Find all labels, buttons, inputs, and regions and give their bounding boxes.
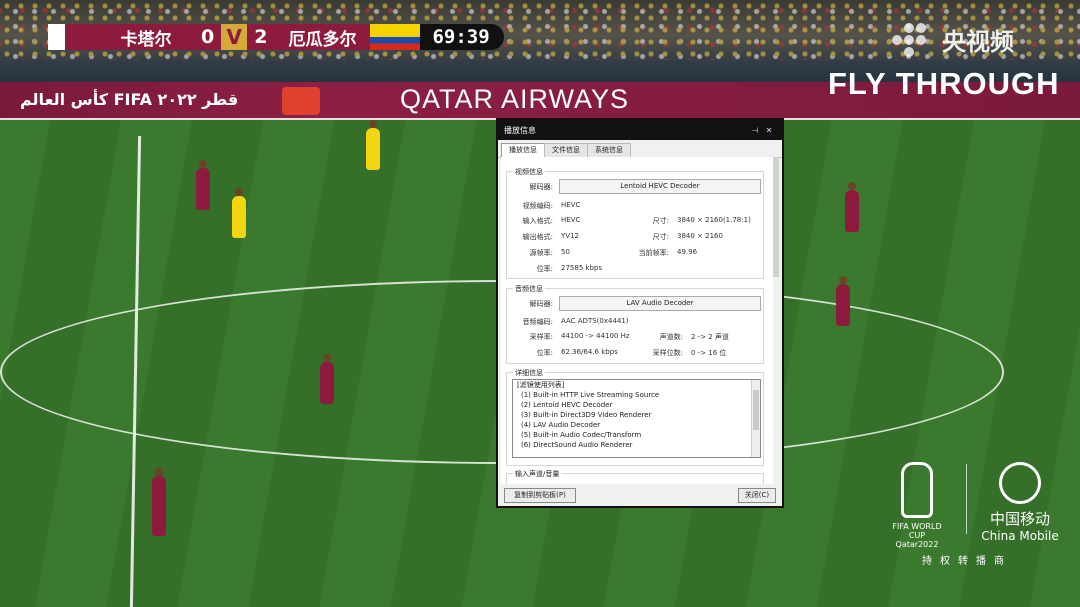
sponsor-logo	[282, 87, 320, 115]
world-cup-logo: FIFA WORLD CUP Qatar2022	[884, 462, 950, 549]
team-away-name: 厄瓜多尔	[274, 24, 371, 50]
filter-item: (2) Lentoid HEVC Decoder	[521, 401, 613, 409]
filter-item: (6) DirectSound Audio Renderer	[521, 441, 633, 449]
playback-info-dialog: 播放信息 ⊣ ✕ 播放信息 文件信息 系统信息 视频信息 解码器: Lentoi…	[496, 118, 784, 508]
player-qatar	[845, 182, 859, 232]
broadcaster-name: 央视频	[942, 28, 1014, 56]
score-away: 2	[247, 24, 275, 50]
input-channels-title: 输入声道/音量	[513, 469, 562, 479]
china-mobile-logo: 中国移动 China Mobile	[980, 462, 1060, 543]
player-ecuador	[232, 188, 246, 238]
score-home: 0	[194, 24, 222, 50]
cctv-logo-icon	[892, 22, 936, 57]
current-fps-value: 49.96	[677, 248, 698, 256]
v-logo-icon: V	[221, 24, 248, 50]
ad-fly-through: FLY THROUGH	[828, 66, 1060, 101]
video-section-title: 视频信息	[513, 167, 545, 177]
channels-value: 2 -> 2 声道	[691, 333, 729, 341]
close-button[interactable]: 关闭(C)	[738, 488, 776, 503]
ad-qatar-airways: QATAR AIRWAYS	[400, 84, 630, 114]
broadcaster-logo: 央视频	[892, 22, 1014, 57]
detail-section-title: 详细信息	[513, 368, 545, 378]
player-ecuador	[366, 120, 380, 170]
copy-to-clipboard-button[interactable]: 复制到剪贴板(P)	[504, 488, 576, 503]
player-qatar	[836, 276, 850, 326]
pin-icon[interactable]: ⊣	[748, 126, 762, 135]
audio-bitrate-value: 62.36/64.6 kbps	[561, 348, 618, 356]
filter-item: (3) Built-in Direct3D9 Video Renderer	[521, 411, 652, 419]
dialog-tabs: 播放信息 文件信息 系统信息	[498, 140, 782, 158]
china-mobile-en: China Mobile	[981, 529, 1059, 543]
dialog-titlebar[interactable]: 播放信息 ⊣ ✕	[498, 120, 782, 140]
filter-list-scrollbar[interactable]	[751, 380, 760, 457]
output-size-value: 3840 × 2160	[677, 232, 723, 240]
filter-list-box[interactable]: [滤镜使用列表] (1) Built-in HTTP Live Streamin…	[512, 379, 761, 458]
tab-playback-info[interactable]: 播放信息	[501, 143, 545, 157]
panel-scrollbar[interactable]	[773, 157, 779, 484]
current-fps-label: 当前帧率:	[638, 249, 669, 257]
ad-arabic-text: كأس العالم FIFA قطر ٢٠٢٢	[20, 90, 239, 109]
source-fps-value: 50	[561, 248, 570, 256]
world-cup-emblem-icon	[901, 462, 933, 518]
rights-holder-text: 持权转播商	[922, 556, 1012, 567]
team-home-name: 卡塔尔	[98, 24, 194, 50]
audio-codec-label: 音频编码:	[522, 318, 553, 326]
filters-title: [滤镜使用列表]	[517, 381, 565, 389]
player-qatar	[152, 468, 166, 536]
video-decoder-label: 解码器:	[529, 183, 553, 191]
video-bitrate-label: 位率:	[536, 265, 553, 273]
output-format-label: 输出格式:	[522, 233, 553, 241]
input-channels-group: 输入声道/音量	[506, 469, 764, 484]
output-format-value: YV12	[561, 232, 579, 240]
sample-rate-label: 采样率:	[529, 333, 553, 341]
player-qatar	[196, 160, 210, 210]
info-panel: 视频信息 解码器: Lentoid HEVC Decoder 视频编码: HEV…	[501, 157, 779, 484]
input-format-label: 输入格式:	[522, 217, 553, 225]
audio-section-title: 音频信息	[513, 284, 545, 294]
video-bitrate-value: 27585 kbps	[561, 264, 603, 272]
dialog-title: 播放信息	[504, 125, 536, 135]
video-codec-value: HEVC	[561, 201, 581, 209]
scoreboard: 卡塔尔 0 V 2 厄瓜多尔 69:39	[48, 24, 504, 50]
filter-item: (1) Built-in HTTP Live Streaming Source	[521, 391, 660, 399]
channels-label: 声道数:	[659, 333, 683, 341]
tab-system-info[interactable]: 系统信息	[587, 143, 631, 157]
output-size-label: 尺寸:	[652, 233, 669, 241]
sample-bits-label: 采样位数:	[652, 349, 683, 357]
video-info-group: 视频信息 解码器: Lentoid HEVC Decoder 视频编码: HEV…	[506, 167, 764, 279]
china-mobile-cn: 中国移动	[989, 510, 1050, 528]
filter-item: (4) LAV Audio Decoder	[521, 421, 601, 429]
china-mobile-emblem-icon	[999, 462, 1041, 504]
source-fps-label: 源帧率:	[529, 249, 553, 257]
audio-info-group: 音频信息 解码器: LAV Audio Decoder 音频编码: AAC AD…	[506, 284, 764, 364]
player-qatar	[320, 354, 334, 404]
sample-bits-value: 0 -> 16 位	[691, 349, 727, 357]
audio-bitrate-label: 位率:	[536, 349, 553, 357]
filter-item: (5) Built-in Audio Codec/Transform	[521, 431, 642, 439]
video-codec-label: 视频编码:	[522, 202, 553, 210]
audio-codec-value: AAC ADTS(0x4441)	[561, 317, 629, 325]
qatar-flag-icon	[48, 24, 98, 50]
world-cup-sub: Qatar2022	[895, 540, 939, 549]
input-size-value: 3840 × 2160(1.78:1)	[677, 216, 751, 224]
audio-decoder-button[interactable]: LAV Audio Decoder	[559, 296, 761, 311]
tab-file-info[interactable]: 文件信息	[544, 143, 588, 157]
world-cup-text: FIFA WORLD CUP	[892, 522, 942, 540]
close-icon[interactable]: ✕	[762, 126, 776, 135]
detail-info-group: 详细信息 [滤镜使用列表] (1) Built-in HTTP Live Str…	[506, 368, 764, 466]
video-decoder-button[interactable]: Lentoid HEVC Decoder	[559, 179, 761, 194]
ecuador-flag-icon	[370, 24, 421, 50]
sample-rate-value: 44100 -> 44100 Hz	[561, 332, 630, 340]
audio-decoder-label: 解码器:	[529, 300, 553, 308]
logo-divider	[966, 464, 967, 534]
input-size-label: 尺寸:	[652, 217, 669, 225]
input-format-value: HEVC	[561, 216, 581, 224]
match-clock: 69:39	[420, 24, 504, 50]
